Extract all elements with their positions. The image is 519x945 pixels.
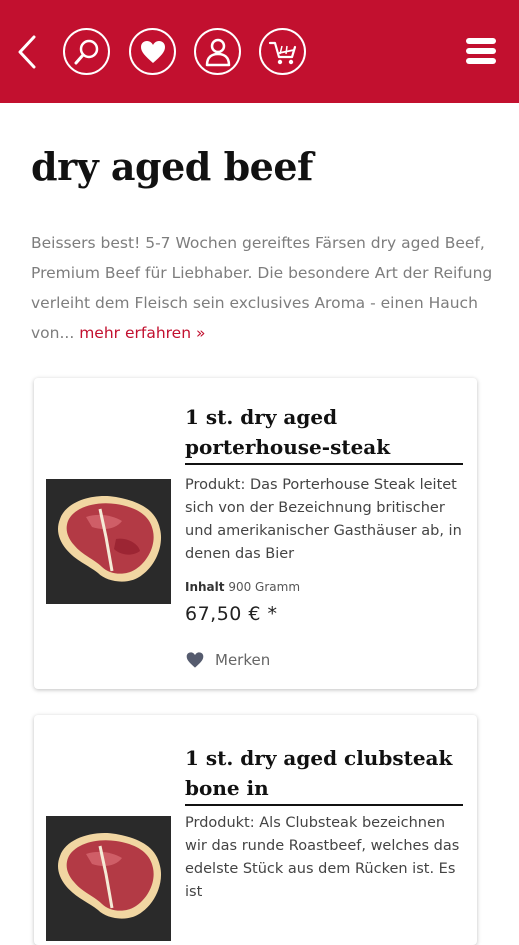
content-value: 900 Gramm bbox=[228, 580, 301, 594]
menu-icon-bar bbox=[466, 48, 496, 54]
category-description: Beissers best! 5-7 Wochen gereiftes Färs… bbox=[31, 228, 501, 348]
heart-icon bbox=[140, 40, 165, 63]
user-icon bbox=[205, 38, 230, 66]
back-button[interactable] bbox=[12, 34, 42, 70]
more-link[interactable]: mehr erfahren » bbox=[79, 324, 205, 342]
category-title: dry aged beef bbox=[31, 144, 313, 189]
product-description: Prdodukt: Als Clubsteak bezeichnen wir d… bbox=[185, 815, 460, 900]
back-icon bbox=[18, 35, 36, 69]
content-label: Inhalt bbox=[185, 580, 225, 594]
wishlist-link[interactable]: Merken bbox=[185, 651, 270, 669]
product-card[interactable]: 1 st. dry aged porterhouse-steak Produkt… bbox=[34, 378, 477, 689]
product-image[interactable] bbox=[46, 816, 171, 941]
steak-image bbox=[46, 479, 171, 604]
menu-icon bbox=[466, 38, 496, 44]
product-image[interactable] bbox=[46, 479, 171, 604]
product-price: 67,50 € * bbox=[185, 603, 278, 625]
account-button[interactable] bbox=[194, 28, 241, 75]
cart-button[interactable] bbox=[259, 28, 306, 75]
heart-icon bbox=[186, 652, 204, 668]
search-button[interactable] bbox=[63, 28, 110, 75]
menu-icon-bar bbox=[466, 58, 496, 64]
product-description: Produkt: Das Porterhouse Steak leitet si… bbox=[185, 477, 462, 562]
product-content: Inhalt 900 Gramm bbox=[185, 580, 300, 594]
app-header bbox=[0, 0, 519, 103]
cart-icon bbox=[268, 41, 296, 64]
steak-image bbox=[46, 816, 171, 941]
wishlist-label: Merken bbox=[215, 651, 271, 669]
product-card[interactable]: 1 st. dry aged clubsteak bone in Prdoduk… bbox=[34, 715, 477, 945]
wishlist-button[interactable] bbox=[129, 28, 176, 75]
product-title[interactable]: 1 st. dry aged porterhouse-steak bbox=[185, 402, 463, 465]
product-title[interactable]: 1 st. dry aged clubsteak bone in bbox=[185, 743, 463, 806]
search-icon bbox=[74, 39, 98, 64]
menu-button[interactable] bbox=[464, 36, 498, 66]
